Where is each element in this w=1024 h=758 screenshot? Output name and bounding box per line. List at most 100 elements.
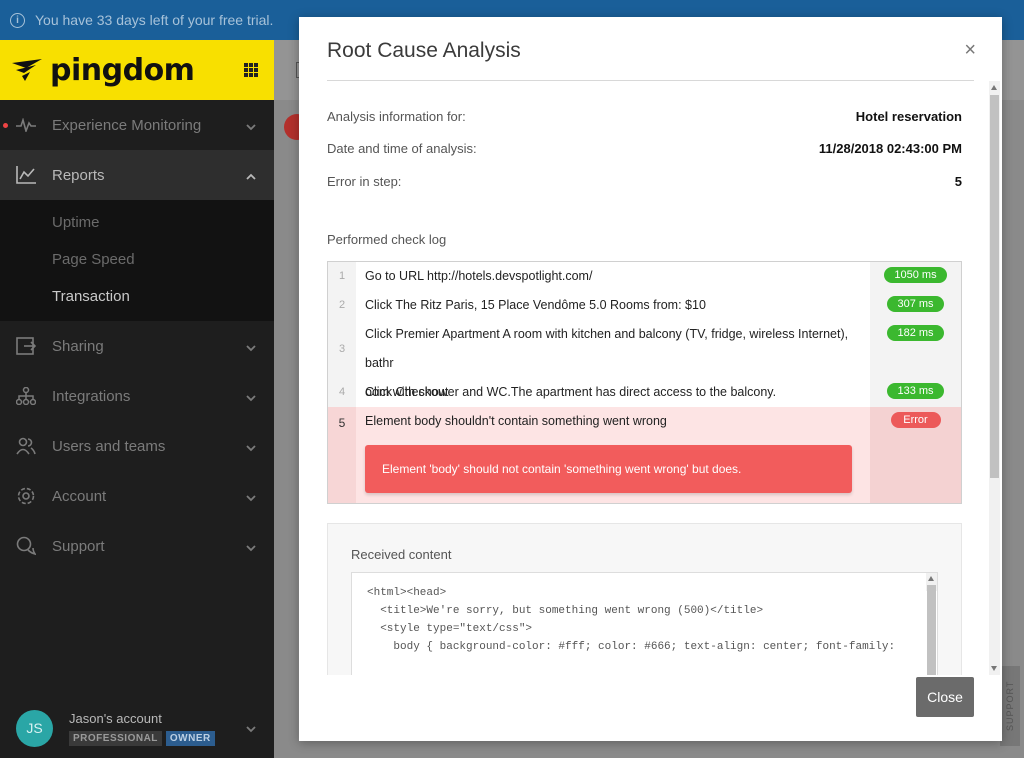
brand-name[interactable]: pingdom — [50, 53, 195, 88]
role-badge: OWNER — [165, 730, 215, 746]
scroll-down-icon[interactable] — [991, 666, 997, 671]
chevron-down-icon — [246, 118, 256, 135]
chevron-down-icon — [246, 720, 256, 738]
step-time-cell: 1050 ms — [870, 262, 961, 291]
info-label: Analysis information for: — [327, 109, 466, 124]
info-label: Error in step: — [327, 174, 402, 189]
account-switcher[interactable]: JS Jason's account PROFESSIONAL OWNER — [0, 698, 274, 758]
info-value: 5 — [954, 174, 962, 189]
error-message: Element 'body' should not contain 'somet… — [365, 445, 852, 493]
sidebar-item-label: Integrations — [52, 387, 131, 405]
modal-title: Root Cause Analysis — [327, 39, 521, 62]
step-time-cell: 307 ms — [870, 291, 961, 320]
step-number: 1 — [328, 262, 356, 291]
integrations-icon — [16, 386, 36, 406]
log-row-error: 5 Element body shouldn't contain somethi… — [328, 407, 961, 503]
scroll-up-icon[interactable] — [991, 85, 997, 90]
plan-badge: PROFESSIONAL — [69, 730, 162, 746]
chevron-down-icon — [246, 439, 256, 456]
step-text: Click The Ritz Paris, 15 Place Vendôme 5… — [365, 298, 706, 312]
alert-dot — [3, 123, 8, 128]
sidebar-item-integrations[interactable]: Integrations — [0, 371, 274, 421]
scroll-up-icon[interactable] — [928, 576, 934, 581]
chevron-down-icon — [246, 389, 256, 406]
step-number: 2 — [328, 291, 356, 320]
received-content-code[interactable]: <html><head> <title>We're sorry, but som… — [351, 572, 938, 675]
step-text: Click Checkout — [365, 385, 449, 399]
chevron-up-icon — [246, 168, 256, 185]
info-icon: i — [10, 12, 25, 28]
close-button[interactable]: Close — [916, 677, 974, 717]
sidebar-item-reports[interactable]: Reports — [0, 150, 274, 200]
code-line: <style type="text/css"> — [367, 623, 533, 635]
sidebar-item-label: Support — [52, 537, 105, 555]
scrollbar-thumb[interactable] — [927, 585, 936, 675]
received-content-panel: Received content <html><head> <title>We'… — [327, 523, 962, 675]
chevron-down-icon — [246, 339, 256, 356]
root-cause-modal: Root Cause Analysis × Analysis informati… — [299, 17, 1002, 741]
check-log-title: Performed check log — [327, 232, 447, 247]
duration-badge: 307 ms — [887, 296, 944, 312]
modal-body: Analysis information for: Hotel reservat… — [299, 81, 989, 675]
close-icon[interactable]: × — [964, 40, 976, 60]
code-line: <html><head> — [367, 587, 447, 599]
code-scrollbar[interactable] — [926, 573, 937, 675]
check-log: 1 Go to URL http://hotels.devspotlight.c… — [327, 261, 962, 504]
duration-badge: 1050 ms — [884, 267, 947, 283]
info-row-datetime: Date and time of analysis: 11/28/2018 02… — [327, 141, 962, 156]
chart-icon — [16, 165, 36, 185]
step-text-cell: Element body shouldn't contain something… — [356, 407, 870, 503]
share-icon — [16, 336, 36, 356]
step-text: Element body shouldn't contain something… — [365, 414, 667, 428]
chevron-down-icon — [246, 489, 256, 506]
account-name: Jason's account — [69, 710, 162, 726]
step-number: 4 — [328, 378, 356, 407]
pulse-icon — [16, 115, 36, 135]
step-time-cell: Error — [870, 407, 961, 503]
sidebar-item-label: Account — [52, 487, 107, 505]
info-label: Date and time of analysis: — [327, 141, 477, 156]
log-row: 2 Click The Ritz Paris, 15 Place Vendôme… — [328, 291, 961, 320]
step-time-cell: 182 ms — [870, 320, 961, 378]
info-row-analysis-for: Analysis information for: Hotel reservat… — [327, 109, 962, 124]
info-value: Hotel reservation — [855, 109, 962, 124]
sidebar-item-label: Experience Monitoring — [52, 116, 202, 134]
code-line: body { background-color: #fff; color: #6… — [367, 641, 896, 653]
modal-scrollbar[interactable] — [989, 81, 1000, 675]
scrollbar-thumb[interactable] — [990, 95, 999, 478]
step-number: 3 — [328, 320, 356, 378]
sidebar-item-account[interactable]: Account — [0, 471, 274, 521]
sidebar-item-support[interactable]: Support — [0, 521, 274, 571]
sidebar-item-users-and-teams[interactable]: Users and teams — [0, 421, 274, 471]
code-line: <title>We're sorry, but something went w… — [367, 605, 764, 617]
sidebar-subitem-transaction[interactable]: Transaction — [0, 278, 274, 315]
info-row-error-step: Error in step: 5 — [327, 174, 962, 189]
apps-grid-icon[interactable] — [244, 63, 258, 77]
gear-icon — [16, 486, 36, 506]
step-number: 5 — [328, 407, 356, 503]
sidebar-item-label: Users and teams — [52, 437, 166, 455]
duration-badge: 133 ms — [887, 383, 944, 399]
duration-badge: 182 ms — [887, 325, 944, 341]
error-badge: Error — [890, 412, 941, 428]
log-row: 1 Go to URL http://hotels.devspotlight.c… — [328, 262, 961, 291]
step-text: Click Premier Apartment A room with kitc… — [356, 320, 870, 399]
sidebar-item-experience-monitoring[interactable]: Experience Monitoring — [0, 100, 274, 150]
pingdom-logo-icon[interactable] — [12, 59, 42, 81]
sidebar-item-label: Reports — [52, 166, 105, 184]
received-content-title: Received content — [351, 547, 452, 562]
sidebar-item-label: Sharing — [52, 337, 104, 355]
trial-banner-text: You have 33 days left of your free trial… — [35, 12, 274, 28]
users-icon — [16, 436, 36, 456]
reports-subnav: Uptime Page Speed Transaction — [0, 200, 274, 321]
info-value: 11/28/2018 02:43:00 PM — [818, 141, 962, 156]
step-text: Go to URL http://hotels.devspotlight.com… — [365, 269, 593, 283]
chevron-down-icon — [246, 539, 256, 556]
support-tab[interactable]: SUPPORT — [1000, 666, 1020, 746]
log-row: 3 Click Premier Apartment A room with ki… — [328, 320, 961, 399]
logo-bar: pingdom — [0, 40, 274, 100]
step-time-cell: 133 ms — [870, 378, 961, 407]
sidebar-subitem-page-speed[interactable]: Page Speed — [0, 241, 274, 278]
sidebar-item-sharing[interactable]: Sharing — [0, 321, 274, 371]
sidebar-subitem-uptime[interactable]: Uptime — [0, 204, 274, 241]
